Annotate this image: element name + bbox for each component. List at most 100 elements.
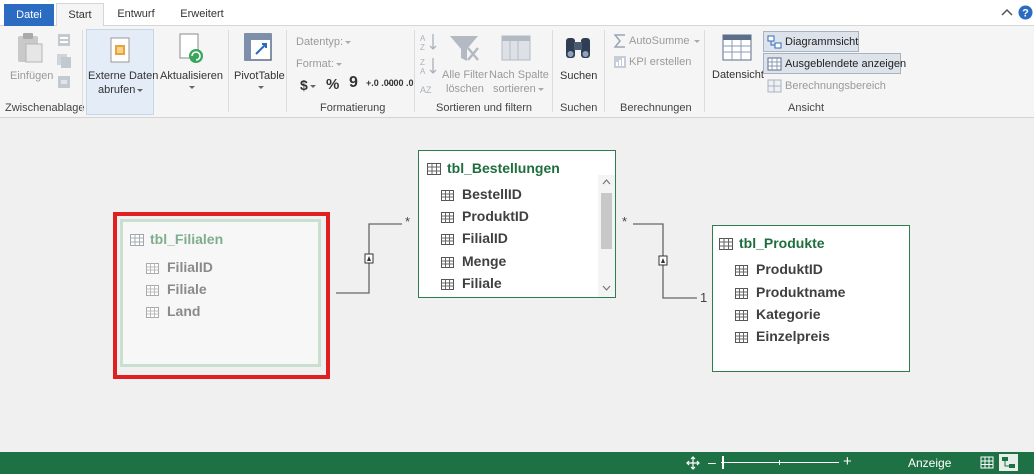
ribbon-separator xyxy=(604,30,605,112)
show-hidden-icon xyxy=(767,57,782,71)
paste-icon xyxy=(18,33,43,63)
external-data-label-1: Externe Daten xyxy=(88,70,159,82)
calculation-area-icon xyxy=(767,79,782,93)
diagram-view-button[interactable]: Diagrammsicht xyxy=(763,31,859,52)
kpi-icon xyxy=(614,56,626,68)
sort-by-column-icon xyxy=(501,35,531,61)
scroll-up-icon[interactable] xyxy=(602,179,611,185)
table-title: tbl_Bestellungen xyxy=(427,160,560,176)
decrease-decimal-button[interactable]: -.00 .0 xyxy=(388,78,414,88)
scroll-down-icon[interactable] xyxy=(602,285,611,291)
sort-by-column-button[interactable]: Nach Spalte xyxy=(489,69,549,81)
field-icon xyxy=(441,212,454,223)
show-hidden-label: Ausgeblendete anzeigen xyxy=(785,58,907,70)
format-dropdown[interactable]: Format: xyxy=(296,58,342,70)
ribbon-separator xyxy=(286,30,287,112)
calculation-area-button[interactable]: Berechnungsbereich xyxy=(785,80,886,92)
show-hidden-button[interactable]: Ausgeblendete anzeigen xyxy=(763,53,906,74)
field-item[interactable]: ProduktID xyxy=(735,261,823,277)
field-icon xyxy=(735,310,748,321)
percent-button[interactable]: % xyxy=(326,76,339,93)
table-bestellungen[interactable]: tbl_Bestellungen BestellID ProduktID Fil… xyxy=(418,150,616,298)
field-item[interactable]: Kategorie xyxy=(735,306,821,322)
pivottable-icon xyxy=(244,33,272,61)
table-scrollbar[interactable] xyxy=(598,175,615,297)
zoom-out-button[interactable]: – xyxy=(708,454,716,470)
field-icon xyxy=(441,234,454,245)
svg-text:Z: Z xyxy=(420,43,425,52)
field-icon xyxy=(441,257,454,268)
field-item[interactable]: Produktname xyxy=(735,284,845,300)
sort-descending-icon[interactable]: Z A xyxy=(420,56,438,76)
clear-filter-label-2: löschen xyxy=(446,83,484,95)
field-icon xyxy=(735,265,748,276)
pivottable-button[interactable]: PivotTable xyxy=(234,70,285,82)
zoom-slider-tick xyxy=(779,460,780,465)
tab-file[interactable]: Datei xyxy=(4,4,54,26)
binoculars-icon xyxy=(566,38,590,58)
clear-filter-button[interactable]: Alle Filter xyxy=(442,69,488,81)
help-icon[interactable]: ? xyxy=(1018,5,1033,20)
cardinality-many-bestellungen-right: * xyxy=(622,214,628,229)
diagram-view-icon xyxy=(767,35,782,49)
pivottable-dropdown-icon[interactable] xyxy=(258,86,264,89)
zoom-slider[interactable] xyxy=(721,462,839,463)
copy-icon[interactable] xyxy=(56,53,72,69)
refresh-dropdown-icon[interactable] xyxy=(189,86,195,89)
tab-advanced[interactable]: Erweitert xyxy=(172,3,232,26)
table-icon xyxy=(427,163,441,175)
get-external-data-button[interactable]: Externe Daten abrufen xyxy=(86,29,158,115)
group-label-calculations: Berechnungen xyxy=(620,102,692,114)
diagram-view-toggle-icon xyxy=(1002,457,1015,468)
group-label-view: Ansicht xyxy=(788,102,825,114)
clear-filter-icon xyxy=(450,36,479,61)
fit-to-screen-icon[interactable] xyxy=(686,456,700,470)
field-icon xyxy=(441,190,454,201)
field-icon xyxy=(441,279,454,290)
datatype-dropdown[interactable]: Datentyp: xyxy=(296,36,352,48)
grid-view-icon[interactable] xyxy=(980,456,994,469)
ribbon-tab-bar: Datei Start Entwurf Erweitert ? xyxy=(0,0,1034,27)
refresh-icon xyxy=(179,33,203,63)
zoom-slider-thumb[interactable] xyxy=(722,456,724,469)
field-icon xyxy=(735,332,748,343)
find-button[interactable]: Suchen xyxy=(560,70,597,82)
svg-text:Z: Z xyxy=(420,58,425,67)
format-copy-icon[interactable] xyxy=(56,74,72,90)
cardinality-many-bestellungen: * xyxy=(405,214,411,229)
tab-start[interactable]: Start xyxy=(56,3,104,27)
diagram-view-label: Diagrammsicht xyxy=(785,36,859,48)
field-item[interactable]: ProduktID xyxy=(441,208,529,224)
field-item[interactable]: Menge xyxy=(441,253,506,269)
clear-sort-icon[interactable]: AZ xyxy=(420,80,438,98)
data-view-button[interactable]: Datensicht xyxy=(712,69,764,81)
field-icon xyxy=(735,288,748,299)
paste-button[interactable]: Einfügen xyxy=(10,70,53,82)
create-kpi-button[interactable]: KPI erstellen xyxy=(629,56,691,68)
zoom-in-button[interactable]: + xyxy=(843,453,852,470)
ribbon-separator xyxy=(414,30,415,112)
field-item[interactable]: FilialID xyxy=(441,230,508,246)
selection-highlight-box xyxy=(113,212,330,379)
refresh-button[interactable]: Aktualisieren xyxy=(160,70,223,82)
field-item[interactable]: Filiale xyxy=(441,275,502,291)
table-produkte[interactable]: tbl_Produkte ProduktID Produktname Kateg… xyxy=(712,225,910,372)
field-item[interactable]: Einzelpreis xyxy=(735,328,830,344)
ribbon-separator xyxy=(704,30,705,112)
tab-design[interactable]: Entwurf xyxy=(110,3,162,26)
currency-button[interactable]: $ xyxy=(300,77,316,93)
autosum-button[interactable]: AutoSumme xyxy=(629,35,700,47)
sort-by-column-label-2: sortieren xyxy=(493,83,544,95)
cardinality-one-produkte: 1 xyxy=(700,290,708,305)
field-item[interactable]: BestellID xyxy=(441,186,522,202)
cut-icon[interactable] xyxy=(56,32,72,48)
thousands-separator-button[interactable]: 9 xyxy=(349,74,358,92)
svg-text:A: A xyxy=(420,67,426,76)
scroll-thumb[interactable] xyxy=(601,193,612,249)
sort-ascending-icon[interactable]: A Z xyxy=(420,32,438,52)
collapse-ribbon-icon[interactable] xyxy=(1000,6,1014,20)
diagram-view-toggle[interactable] xyxy=(999,454,1018,471)
group-label-find: Suchen xyxy=(560,102,598,114)
ribbon: Einfügen Zwischenablage Externe Daten ab… xyxy=(0,26,1034,118)
group-label-sort-filter: Sortieren und filtern xyxy=(436,102,532,114)
